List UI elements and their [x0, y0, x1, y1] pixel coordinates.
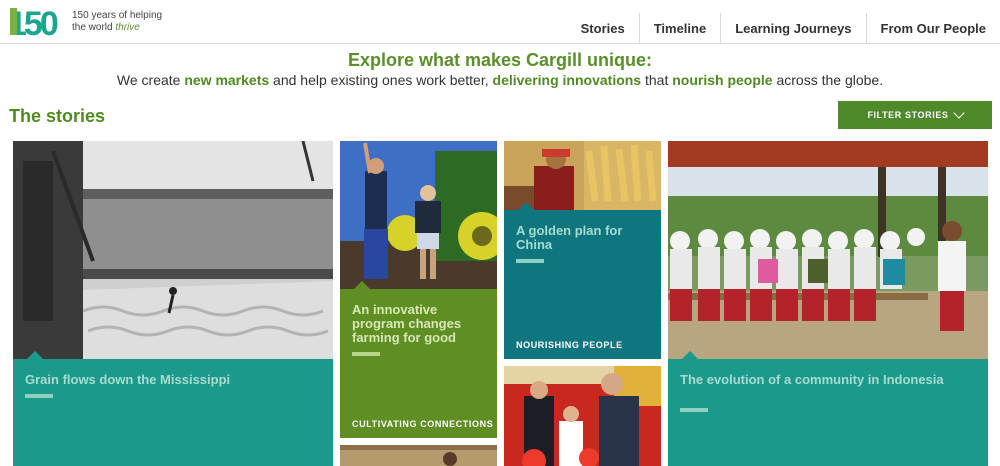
intro-text: across the globe.: [772, 72, 884, 88]
logo[interactable]: 150 150 years of helping the world thriv…: [8, 4, 162, 40]
tagline-emphasis: thrive: [115, 22, 140, 33]
tagline-prefix: the world: [72, 22, 116, 33]
story-accent-bar: [516, 259, 544, 263]
story-card-ceremony[interactable]: [504, 366, 661, 466]
site-header: 150 150 years of helping the world thriv…: [0, 0, 1000, 44]
story-card-china[interactable]: A golden plan for China NOURISHING PEOPL…: [504, 141, 661, 359]
tagline-line-2: the world thrive: [72, 22, 162, 34]
story-accent-bar: [25, 394, 53, 398]
filter-stories-label: FILTER STORIES: [867, 110, 949, 120]
story-panel: A golden plan for China NOURISHING PEOPL…: [504, 202, 661, 359]
story-card-farming[interactable]: An innovative program changes farming fo…: [340, 141, 497, 438]
nav-from-our-people[interactable]: From Our People: [865, 13, 1000, 44]
story-title: An innovative program changes farming fo…: [352, 302, 462, 345]
intro-highlight: nourish people: [672, 72, 773, 88]
intro-subtitle: We create new markets and help existing …: [0, 72, 1000, 88]
story-panel: An innovative program changes farming fo…: [340, 281, 497, 438]
story-image-mississippi: [13, 141, 333, 359]
story-card-partial[interactable]: [340, 445, 497, 466]
story-title: The evolution of a community in Indonesi…: [680, 372, 944, 387]
filter-stories-button[interactable]: FILTER STORIES: [838, 101, 992, 129]
main-nav: Stories Timeline Learning Journeys From …: [567, 13, 1000, 44]
story-category: CULTIVATING CONNECTIONS: [352, 419, 494, 429]
story-image-indonesia: [668, 141, 988, 359]
tagline-line-1: 150 years of helping: [72, 10, 163, 21]
intro-title: Explore what makes Cargill unique:: [347, 50, 653, 70]
intro-highlight: new markets: [184, 72, 270, 88]
logo-mark: 150: [8, 5, 66, 39]
story-title: Grain flows down the Mississippi: [25, 372, 231, 387]
story-category: NOURISHING PEOPLE: [516, 340, 623, 350]
story-card-indonesia[interactable]: The evolution of a community in Indonesi…: [668, 141, 988, 466]
intro-text: that: [641, 72, 673, 88]
chevron-down-icon: [952, 107, 965, 119]
story-title: A golden plan for China: [516, 223, 623, 252]
intro-text: and help existing ones work better,: [269, 72, 493, 88]
intro-text: We create: [116, 72, 185, 88]
stories-heading: The stories: [9, 106, 106, 126]
story-accent-bar: [680, 408, 708, 412]
nav-timeline[interactable]: Timeline: [638, 13, 721, 44]
nav-stories[interactable]: Stories: [567, 13, 639, 44]
story-image-farming: [340, 141, 497, 289]
intro-highlight: delivering innovations: [492, 72, 642, 88]
story-accent-bar: [352, 352, 380, 356]
story-card-mississippi[interactable]: Grain flows down the Mississippi: [13, 141, 333, 466]
story-panel: Grain flows down the Mississippi: [13, 351, 333, 466]
nav-learning-journeys[interactable]: Learning Journeys: [720, 13, 865, 44]
tagline: 150 years of helping the world thrive: [72, 10, 162, 34]
story-image-china: [504, 141, 661, 210]
story-panel: The evolution of a community in Indonesi…: [668, 351, 988, 466]
